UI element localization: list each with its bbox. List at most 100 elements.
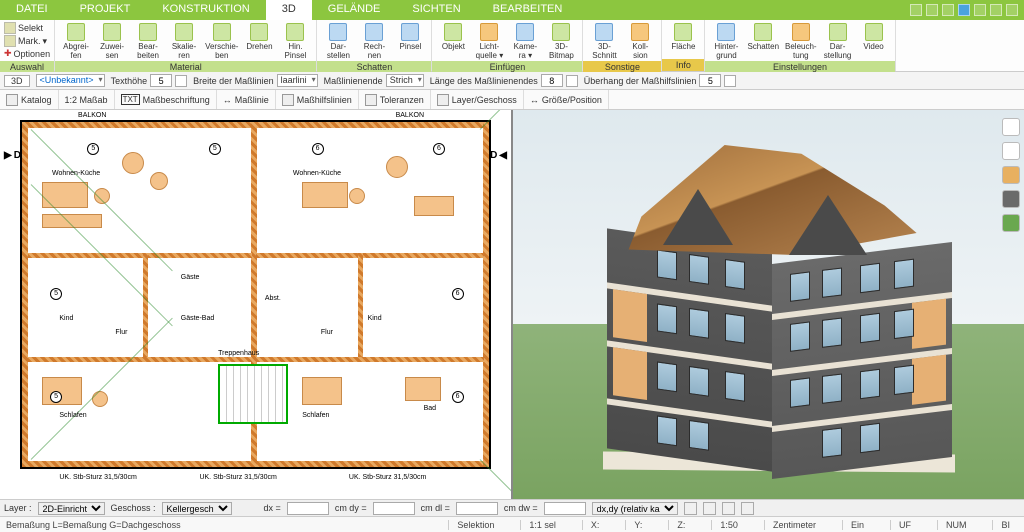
groesse-button[interactable]: ↔Größe/Position: [524, 90, 609, 109]
bed: [42, 377, 82, 405]
2d-plan-viewport[interactable]: D D: [0, 110, 513, 499]
3dschnitt-button[interactable]: 3D-Schnitt: [587, 22, 621, 61]
massende-label: Maßlinienende: [324, 76, 383, 86]
darstellung-button[interactable]: Dar-stellung: [821, 22, 855, 61]
view-3d-tab[interactable]: 3D: [4, 75, 30, 87]
texthoehe-input[interactable]: [150, 74, 172, 87]
status-y: Y:: [625, 520, 650, 530]
layer-select[interactable]: 2D-Einricht: [38, 502, 105, 515]
status-bar: Bemaßung L=Bemaßung G=Dachgeschoss Selek…: [0, 516, 1024, 532]
bearbeiten-button[interactable]: Bear-beiten: [131, 22, 165, 61]
balkon-r: BALKON: [396, 112, 424, 119]
room-schlafen-l: Schlafen: [59, 412, 86, 419]
tree-icon[interactable]: [1002, 214, 1020, 232]
status-selektion: Selektion: [448, 520, 502, 530]
minimize-icon[interactable]: [974, 4, 986, 16]
status-unit: Zentimeter: [764, 520, 824, 530]
group-label-info: Info: [662, 59, 704, 71]
strich-dropdown[interactable]: Strich: [386, 74, 424, 87]
maximize-icon[interactable]: [990, 4, 1002, 16]
status-bi: BI: [992, 520, 1018, 530]
haarlinie-dropdown[interactable]: laarlini: [277, 74, 318, 87]
ribbon: Selekt Mark.▾ ✚Optionen Auswahl Abgrei-f…: [0, 20, 1024, 72]
toleranzen-button[interactable]: Toleranzen: [359, 90, 431, 109]
ribbon-group-material: Abgrei-fen Zuwei-sen Bear-beiten Skalie-…: [55, 20, 317, 71]
app-icon-1[interactable]: [910, 4, 922, 16]
tab-gelaende[interactable]: GELÄNDE: [312, 0, 397, 20]
room-treppenhaus: Treppenhaus: [218, 350, 259, 357]
layers-icon[interactable]: [1002, 118, 1020, 136]
status-z: Z:: [668, 520, 693, 530]
dl-input[interactable]: [456, 502, 498, 515]
3d-viewport[interactable]: [513, 110, 1024, 499]
dx-input[interactable]: [287, 502, 329, 515]
coord-icon-4[interactable]: [741, 502, 754, 515]
laenge-stepper[interactable]: [566, 75, 578, 87]
room-kind-r: Kind: [368, 315, 382, 322]
pinsel-button[interactable]: Pinsel: [393, 22, 427, 61]
geschoss-label: Geschoss :: [111, 503, 156, 513]
3dbitmap-button[interactable]: 3D-Bitmap: [544, 22, 578, 61]
tab-konstruktion[interactable]: KONSTRUKTION: [146, 0, 265, 20]
plan-outline: Wohnen-Küche Wohnen-Küche Gäste Gäste-Ba…: [20, 120, 491, 469]
coord-bar: Layer : 2D-Einricht Geschoss : Kellerges…: [0, 499, 1024, 516]
rechnen-button[interactable]: Rech-nen: [357, 22, 391, 61]
tab-datei[interactable]: DATEI: [0, 0, 64, 20]
ueberhang-input[interactable]: [699, 74, 721, 87]
swatch-orange[interactable]: [1002, 166, 1020, 184]
lichtquelle-button[interactable]: Licht-quelle ▾: [472, 22, 506, 61]
video-button[interactable]: Video: [857, 22, 891, 61]
close-icon[interactable]: [1006, 4, 1018, 16]
unknown-dropdown[interactable]: <Unbekannt>: [36, 74, 105, 87]
ribbon-group-schatten: Dar-stellen Rech-nen Pinsel Schatten: [317, 20, 432, 71]
coord-mode-select[interactable]: dx,dy (relativ ka: [592, 502, 678, 515]
kamera-button[interactable]: Kame-ra ▾: [508, 22, 542, 61]
hilfslinien-button[interactable]: Maßhilfslinien: [276, 90, 359, 109]
objekt-button[interactable]: Objekt: [436, 22, 470, 61]
optionen-button[interactable]: ✚Optionen: [4, 48, 50, 59]
options-row: 3D <Unbekannt> Texthöhe Breite der Maßli…: [0, 72, 1024, 90]
room-flur-l: Flur: [115, 329, 127, 336]
beleuchtung-button[interactable]: Beleuch-tung: [783, 22, 819, 61]
coord-icon-3[interactable]: [722, 502, 735, 515]
selekt-button[interactable]: Selekt: [4, 22, 50, 34]
ribbon-group-sonstige: 3D-Schnitt Koll-sion Sonstige: [583, 20, 662, 71]
layer-button[interactable]: Layer/Geschoss: [431, 90, 524, 109]
darstellen-button[interactable]: Dar-stellen: [321, 22, 355, 61]
ribbon-group-auswahl: Selekt Mark.▾ ✚Optionen Auswahl: [0, 20, 55, 71]
massab-button[interactable]: 1:2 Maßab: [59, 90, 115, 109]
zuweisen-button[interactable]: Zuwei-sen: [95, 22, 129, 61]
palette-icon[interactable]: [1002, 142, 1020, 160]
swatch-grey[interactable]: [1002, 190, 1020, 208]
ueberhang-stepper[interactable]: [724, 75, 736, 87]
hinpinsel-button[interactable]: Hin.Pinsel: [278, 22, 312, 61]
schatten-einst-button[interactable]: Schatten: [745, 22, 781, 61]
laenge-input[interactable]: [541, 74, 563, 87]
kollision-button[interactable]: Koll-sion: [623, 22, 657, 61]
geschoss-select[interactable]: Kellergesch: [162, 502, 232, 515]
tab-bearbeiten[interactable]: BEARBEITEN: [477, 0, 579, 20]
katalog-button[interactable]: Katalog: [0, 90, 59, 109]
dw-input[interactable]: [544, 502, 586, 515]
dx-label: dx =: [264, 503, 281, 513]
coord-icon-2[interactable]: [703, 502, 716, 515]
tab-3d[interactable]: 3D: [266, 0, 312, 20]
abgreifen-button[interactable]: Abgrei-fen: [59, 22, 93, 61]
dim-sturz-3: UK. Stb-Sturz 31,5/30cm: [349, 474, 426, 481]
flaeche-button[interactable]: Fläche: [666, 22, 700, 59]
texthoehe-stepper[interactable]: [175, 75, 187, 87]
hintergrund-button[interactable]: Hinter-grund: [709, 22, 743, 61]
skalieren-button[interactable]: Skalie-ren: [167, 22, 201, 61]
verschieben-button[interactable]: Verschie-ben: [203, 22, 240, 61]
mark-button[interactable]: Mark.▾: [4, 35, 50, 47]
tab-sichten[interactable]: SICHTEN: [396, 0, 476, 20]
drehen-button[interactable]: Drehen: [242, 22, 276, 61]
beschriftung-button[interactable]: TXTMaßbeschriftung: [115, 90, 217, 109]
help-icon[interactable]: [958, 4, 970, 16]
masslinie-button[interactable]: ↔Maßlinie: [217, 90, 276, 109]
coord-icon-1[interactable]: [684, 502, 697, 515]
dy-input[interactable]: [373, 502, 415, 515]
app-icon-2[interactable]: [926, 4, 938, 16]
app-icon-3[interactable]: [942, 4, 954, 16]
tab-projekt[interactable]: PROJEKT: [64, 0, 147, 20]
